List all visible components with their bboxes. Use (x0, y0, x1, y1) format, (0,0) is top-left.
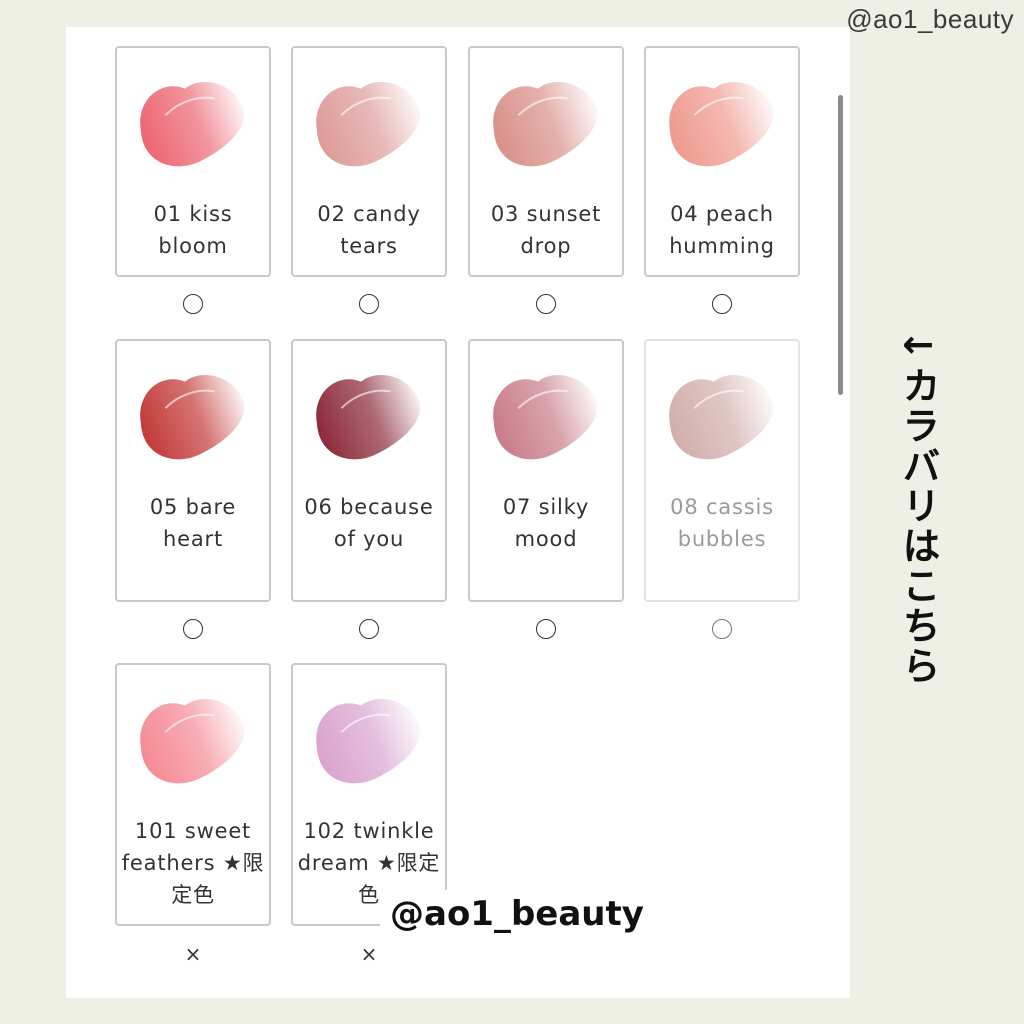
shade-label: 01 kiss bloom (153, 202, 233, 258)
shade-card-07[interactable]: 07 silky mood (468, 339, 624, 602)
shade-radio-01[interactable] (183, 294, 203, 314)
shade-radio-08[interactable] (712, 619, 732, 639)
shade-label: 03 sunset drop (490, 202, 602, 258)
lip-swatch-101 (140, 698, 245, 784)
shade-label: 04 peach humming (669, 202, 775, 258)
unavailable-mark-102: × (360, 942, 378, 966)
lip-swatch-08 (669, 374, 774, 460)
lip-swatch-04 (669, 81, 774, 167)
lip-swatch-05 (140, 374, 245, 460)
shade-label: 06 because of you (304, 495, 434, 551)
lip-swatch-01 (140, 81, 245, 167)
left-arrow-icon: ← (902, 322, 934, 366)
shade-card-03[interactable]: 03 sunset drop (468, 46, 624, 277)
lip-swatch-03 (493, 81, 598, 167)
shade-card-04[interactable]: 04 peach humming (644, 46, 800, 277)
shade-card-101[interactable]: 101 sweet feathers ★限定色 (115, 663, 271, 926)
shade-radio-03[interactable] (536, 294, 556, 314)
shade-label: 08 cassis bubbles (670, 495, 774, 551)
shade-label: 101 sweet feathers ★限定色 (121, 819, 265, 907)
shade-radio-05[interactable] (183, 619, 203, 639)
shade-label: 05 bare heart (149, 495, 237, 551)
lip-swatch-07 (493, 374, 598, 460)
lip-swatch-02 (316, 81, 421, 167)
side-note: ← カラバリはこちら (893, 322, 943, 690)
shade-card-08[interactable]: 08 cassis bubbles (644, 339, 800, 602)
lip-swatch-102 (316, 698, 421, 784)
shade-label: 07 silky mood (502, 495, 590, 551)
lip-swatch-06 (316, 374, 421, 460)
shade-card-102[interactable]: 102 twinkle dream ★限定色 (291, 663, 447, 926)
overlay-watermark: @ao1_beauty (380, 890, 654, 940)
shade-radio-04[interactable] (712, 294, 732, 314)
shade-label: 02 candy tears (317, 202, 421, 258)
side-note-text: カラバリはこちら (896, 366, 940, 686)
shade-radio-02[interactable] (359, 294, 379, 314)
shade-radio-07[interactable] (536, 619, 556, 639)
unavailable-mark-101: × (184, 942, 202, 966)
shade-card-05[interactable]: 05 bare heart (115, 339, 271, 602)
scrollbar[interactable] (838, 95, 843, 395)
top-watermark: @ao1_beauty (846, 4, 1014, 34)
shade-card-06[interactable]: 06 because of you (291, 339, 447, 602)
shade-card-02[interactable]: 02 candy tears (291, 46, 447, 277)
shade-card-01[interactable]: 01 kiss bloom (115, 46, 271, 277)
shade-radio-06[interactable] (359, 619, 379, 639)
